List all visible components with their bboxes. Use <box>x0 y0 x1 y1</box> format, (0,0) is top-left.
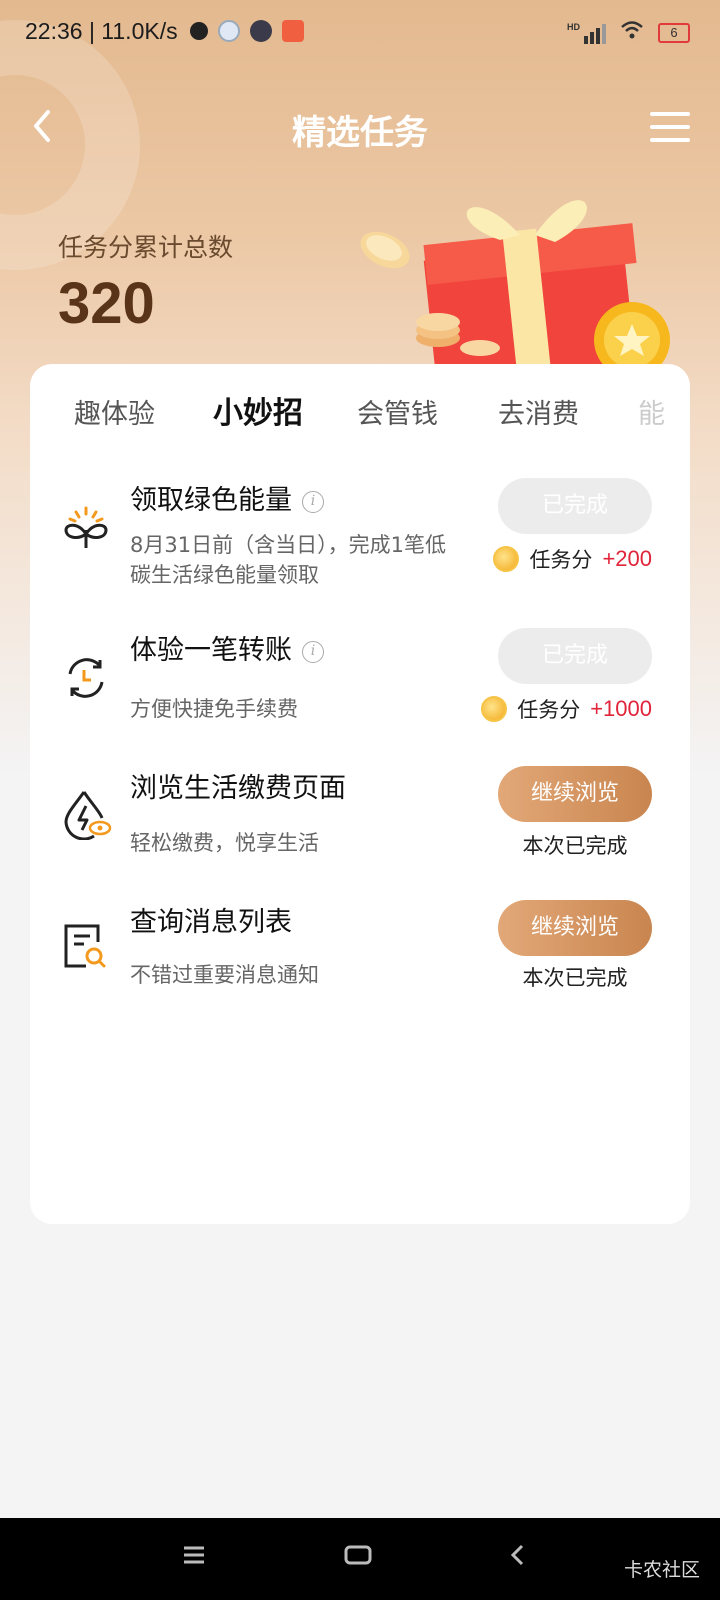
coin-icon <box>481 696 508 722</box>
home-button[interactable] <box>344 1544 372 1566</box>
transfer-cycle-icon <box>68 658 104 698</box>
tab-quti[interactable]: 趣体验 <box>74 392 155 431</box>
tab-quxiaofei[interactable]: 去消费 <box>498 392 579 431</box>
continue-browse-button[interactable]: 继续浏览 <box>498 900 652 956</box>
score-value: 320 <box>58 271 155 336</box>
nav-back-button[interactable] <box>508 1544 528 1566</box>
task-item: 查询消息列表 不错过重要消息通知 继续浏览 本次已完成 <box>30 900 690 1030</box>
task-title: 体验一笔转账 i <box>130 628 324 667</box>
notification-icons <box>190 20 304 42</box>
info-icon[interactable]: i <box>302 641 324 663</box>
tab-huiguanqian[interactable]: 会管钱 <box>357 392 438 431</box>
reward-label: 任务分 <box>529 548 593 572</box>
app-notification-icon <box>218 20 240 42</box>
system-nav-bar: 卡农社区 <box>0 1518 720 1600</box>
recent-apps-button[interactable] <box>182 1544 206 1566</box>
page-title: 精选任务 <box>292 113 428 153</box>
battery-icon: 6 <box>658 22 690 43</box>
completion-status: 本次已完成 <box>522 834 628 858</box>
completed-button[interactable]: 已完成 <box>498 628 652 684</box>
hamburger-menu-icon <box>650 112 690 116</box>
avatar-notification-icon <box>250 20 272 42</box>
reward-info: 任务分 +200 <box>493 544 652 574</box>
score-label: 任务分累计总数 <box>58 233 234 262</box>
utility-drop-icon <box>64 791 112 840</box>
completed-button[interactable]: 已完成 <box>498 478 652 534</box>
reward-points: +200 <box>602 546 652 571</box>
menu-button[interactable] <box>650 112 690 142</box>
document-search-icon <box>64 924 106 968</box>
task-item: 领取绿色能量 i 8月31日前（含当日），完成1笔低碳生活绿色能量领取 已完成 任… <box>30 478 690 608</box>
task-title: 查询消息列表 <box>130 907 292 938</box>
tab-bar: 趣体验 小妙招 会管钱 去消费 能 <box>30 392 690 452</box>
task-description: 轻松缴费，悦享生活 <box>130 831 319 855</box>
task-description: 不错过重要消息通知 <box>130 963 319 987</box>
app-badge-icon <box>282 20 304 42</box>
wifi-icon <box>620 20 644 45</box>
reward-label: 任务分 <box>517 698 581 722</box>
reward-info: 任务分 +1000 <box>481 694 652 724</box>
task-description: 8月31日前（含当日），完成1笔低碳生活绿色能量领取 <box>130 533 446 587</box>
sprout-icon <box>64 506 108 548</box>
task-title: 浏览生活缴费页面 <box>130 773 346 804</box>
task-title: 领取绿色能量 i <box>130 478 324 517</box>
coin-icon <box>493 546 520 572</box>
status-bar: 22:36 | 11.0K/s HD 6 <box>0 0 720 64</box>
task-item: 浏览生活缴费页面 轻松缴费，悦享生活 继续浏览 本次已完成 <box>30 766 690 896</box>
task-description: 方便快捷免手续费 <box>130 697 298 721</box>
info-icon[interactable]: i <box>302 491 324 513</box>
task-card: 趣体验 小妙招 会管钱 去消费 能 领取绿色能量 i 8月31日前（含当日），完成… <box>30 364 690 1224</box>
watermark: 卡农社区 <box>623 1559 700 1581</box>
tab-more[interactable]: 能 <box>638 392 665 431</box>
gift-box-illustration <box>360 200 670 370</box>
task-item: 体验一笔转账 i 方便快捷免手续费 已完成 任务分 +1000 <box>30 628 690 758</box>
signal-icon: HD <box>567 22 606 44</box>
alarm-icon <box>190 22 208 40</box>
tab-xiaomiaozhao[interactable]: 小妙招 <box>213 388 303 432</box>
reward-points: +1000 <box>590 696 652 721</box>
completion-status: 本次已完成 <box>522 966 628 990</box>
continue-browse-button[interactable]: 继续浏览 <box>498 766 652 822</box>
status-time: 22:36 | 11.0K/s <box>25 18 178 44</box>
